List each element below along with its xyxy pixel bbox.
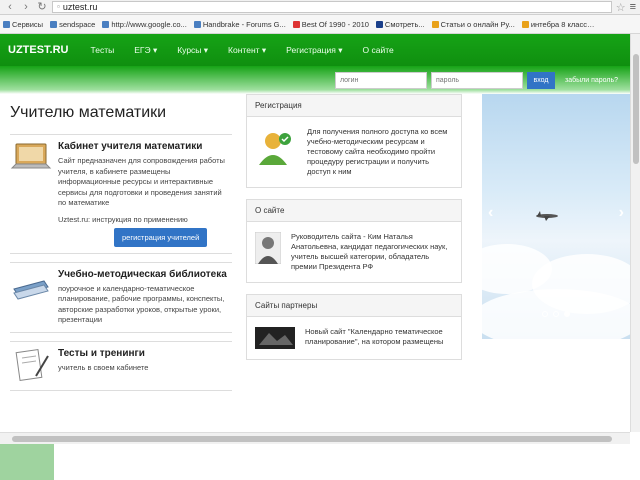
carousel-prev-icon[interactable]: ‹ — [488, 204, 493, 222]
address-bar[interactable]: ▫ uztest.ru — [52, 1, 612, 13]
page-title: Учителю математики — [10, 104, 167, 121]
registration-panel: Регистрация Для получения полного доступ… — [246, 94, 462, 188]
top-navbar: UZTEST.RU Тесты ЕГЭ ▾ Курсы ▾ Контент ▾ … — [0, 34, 630, 66]
partner-logo[interactable] — [255, 327, 295, 349]
about-panel: О сайте Руководитель сайта - Ким Наталья… — [246, 199, 462, 283]
bookmark-favicon — [102, 20, 110, 28]
nav-item-registration[interactable]: Регистрация ▾ — [286, 45, 342, 56]
horizontal-scrollbar[interactable] — [0, 432, 630, 444]
panel-body: Для получения полного доступа ко всем уч… — [247, 117, 461, 187]
apps-icon — [3, 20, 10, 28]
reload-icon[interactable]: ↻ — [36, 1, 48, 13]
feature-library: Учебно-методическая библиотека поурочное… — [10, 261, 232, 333]
browser-toolbar: ‹ › ↻ ▫ uztest.ru ☆ ≡ — [0, 0, 640, 15]
forward-icon[interactable]: › — [20, 1, 32, 13]
bookmark-item[interactable]: Сервисы — [3, 20, 43, 29]
user-check-icon — [259, 133, 291, 165]
website: UZTEST.RU Тесты ЕГЭ ▾ Курсы ▾ Контент ▾ … — [0, 34, 630, 432]
vertical-scrollbar[interactable] — [630, 34, 640, 432]
bookmark-item[interactable]: http://www.google.co... — [102, 20, 187, 29]
password-input[interactable] — [431, 71, 523, 89]
bookmark-item[interactable]: интебра 8 класс… — [521, 20, 594, 29]
scroll-thumb[interactable] — [633, 54, 639, 164]
feature-text: учитель в своем кабинете — [58, 362, 149, 372]
carousel-dot[interactable] — [553, 311, 559, 317]
bookmark-item[interactable]: Смотреть... — [375, 20, 425, 29]
page-icon: ▫ — [57, 2, 60, 11]
feature-teacher-cabinet: Кабинет учителя математики Сайт предназн… — [10, 134, 232, 254]
laptop-icon — [10, 143, 52, 169]
site-brand[interactable]: UZTEST.RU — [8, 44, 69, 56]
carousel-next-icon[interactable]: › — [619, 204, 624, 222]
main-content: Учителю математики Кабинет учителя матем… — [0, 94, 630, 432]
login-bar: вход забыли пароль? — [0, 66, 630, 94]
desktop-area — [0, 444, 640, 480]
bookmarks-bar: Сервисы sendspace http://www.google.co..… — [0, 15, 640, 34]
carousel-dot-active[interactable] — [564, 311, 570, 317]
feature-title[interactable]: Кабинет учителя математики — [58, 141, 232, 152]
menu-icon[interactable]: ≡ — [630, 1, 636, 13]
bookmark-item[interactable]: sendspace — [50, 20, 95, 29]
login-input[interactable] — [335, 71, 427, 89]
bookmark-favicon — [521, 20, 529, 28]
teacher-registration-button[interactable]: регистрация учителей — [114, 227, 208, 247]
carousel-indicators — [542, 311, 570, 317]
address-text: uztest.ru — [62, 2, 98, 12]
feature-title[interactable]: Тесты и тренинги — [58, 348, 148, 359]
feature-title[interactable]: Учебно-методическая библиотека — [58, 269, 232, 280]
feature-tests: Тесты и тренинги учитель в своем кабинет… — [10, 340, 232, 391]
bookmark-item[interactable]: Статьи о онлайн Ру... — [431, 20, 515, 29]
feature-text: Сайт предназначен для сопровождения рабо… — [58, 156, 225, 207]
google-icon — [193, 20, 201, 28]
panel-header: О сайте — [247, 200, 461, 222]
youtube-icon — [292, 20, 300, 28]
nav-item-about[interactable]: О сайте — [363, 45, 394, 55]
bookmark-star-icon[interactable]: ☆ — [616, 1, 626, 14]
browser-window: ‹ › ↻ ▫ uztest.ru ☆ ≡ Сервисы sendspace … — [0, 0, 640, 444]
bookmark-favicon — [375, 20, 383, 28]
bookmark-item[interactable]: Best Of 1990 - 2010 — [292, 20, 369, 29]
image-carousel[interactable]: ‹ › — [482, 94, 630, 339]
forgot-password-link[interactable]: забыли пароль? — [565, 77, 618, 84]
nav-item-ege[interactable]: ЕГЭ ▾ — [134, 45, 157, 56]
nav-item-tests[interactable]: Тесты — [91, 45, 115, 55]
panel-text: Для получения полного доступа ко всем уч… — [307, 127, 448, 176]
left-column: Учителю математики Кабинет учителя матем… — [10, 94, 232, 391]
scroll-thumb[interactable] — [12, 436, 612, 442]
panel-header: Регистрация — [247, 95, 461, 117]
author-photo — [255, 232, 281, 264]
bookmark-favicon — [431, 20, 439, 28]
panel-text: Руководитель сайта - Ким Наталья Анатоль… — [291, 232, 448, 271]
panel-body: Новый сайт "Календарно тематическое план… — [247, 317, 461, 359]
back-icon[interactable]: ‹ — [4, 1, 16, 13]
airplane-icon — [536, 211, 558, 221]
bookmark-item[interactable]: Handbrake - Forums G... — [193, 20, 286, 29]
bookmark-favicon — [50, 20, 58, 28]
panel-header: Сайты партнеры — [247, 295, 461, 317]
panel-body: Руководитель сайта - Ким Наталья Анатоль… — [247, 222, 461, 282]
login-button[interactable]: вход — [527, 71, 555, 89]
feature-text: поурочное и календарно-тематическое план… — [58, 283, 225, 325]
nav-item-content[interactable]: Контент ▾ — [228, 45, 266, 56]
middle-column: Регистрация Для получения полного доступ… — [246, 94, 462, 371]
nav-item-courses[interactable]: Курсы ▾ — [177, 45, 208, 56]
carousel-dot[interactable] — [542, 311, 548, 317]
instruction-link[interactable]: Uztest.ru: инструкция по применению — [58, 215, 232, 224]
books-icon — [13, 279, 49, 300]
desktop-green-block — [0, 444, 54, 480]
partners-panel: Сайты партнеры Новый сайт "Календарно те… — [246, 294, 462, 360]
test-paper-icon — [15, 348, 49, 381]
panel-text: Новый сайт "Календарно тематическое план… — [305, 327, 444, 346]
